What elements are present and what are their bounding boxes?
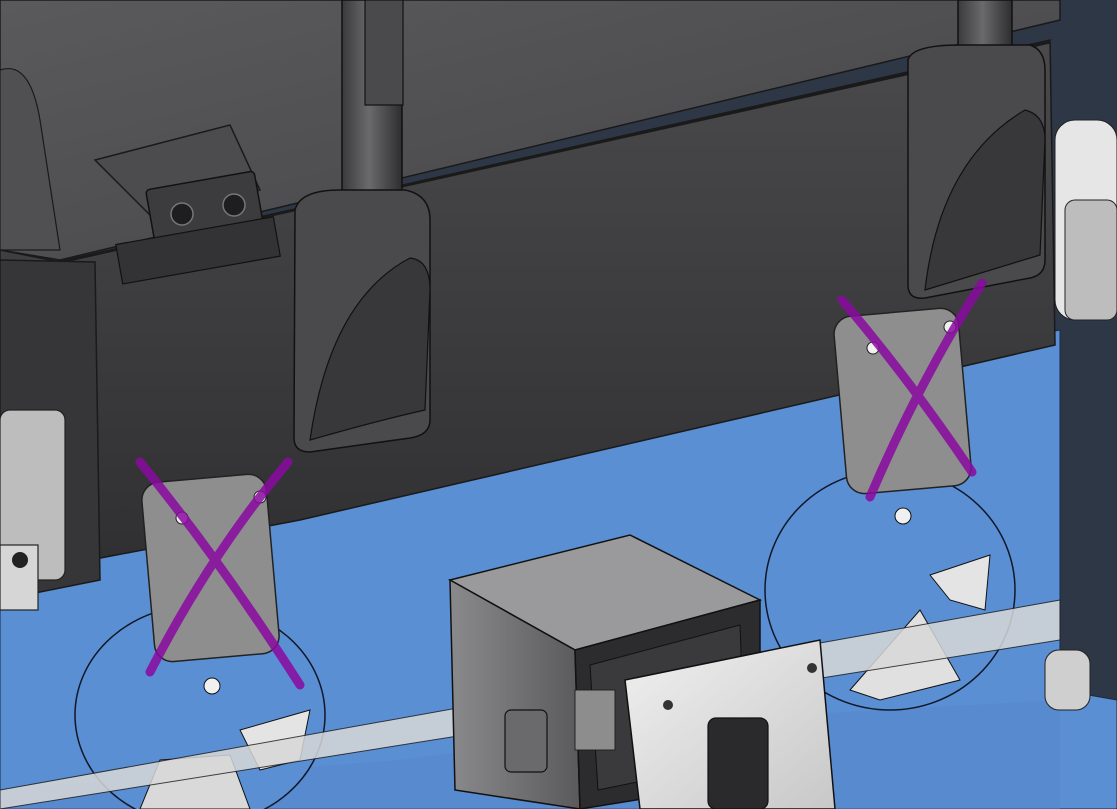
plate-hole-1 — [663, 700, 673, 710]
right-lower-cylinder — [1044, 649, 1091, 711]
plate-hole-2 — [807, 663, 817, 673]
spring-mechanism — [574, 689, 616, 751]
plate-slot — [707, 717, 769, 809]
left-plate-hole — [203, 677, 221, 695]
screw-hole-right — [222, 193, 246, 217]
right-bracket-part — [1064, 199, 1117, 321]
right-plate-hole — [894, 507, 912, 525]
left-hinge-hole — [12, 552, 28, 568]
left-rod-collar — [364, 0, 404, 106]
cad-render-viewport — [0, 0, 1117, 809]
screw-hole-left — [170, 202, 194, 226]
motor-connector — [504, 709, 548, 773]
